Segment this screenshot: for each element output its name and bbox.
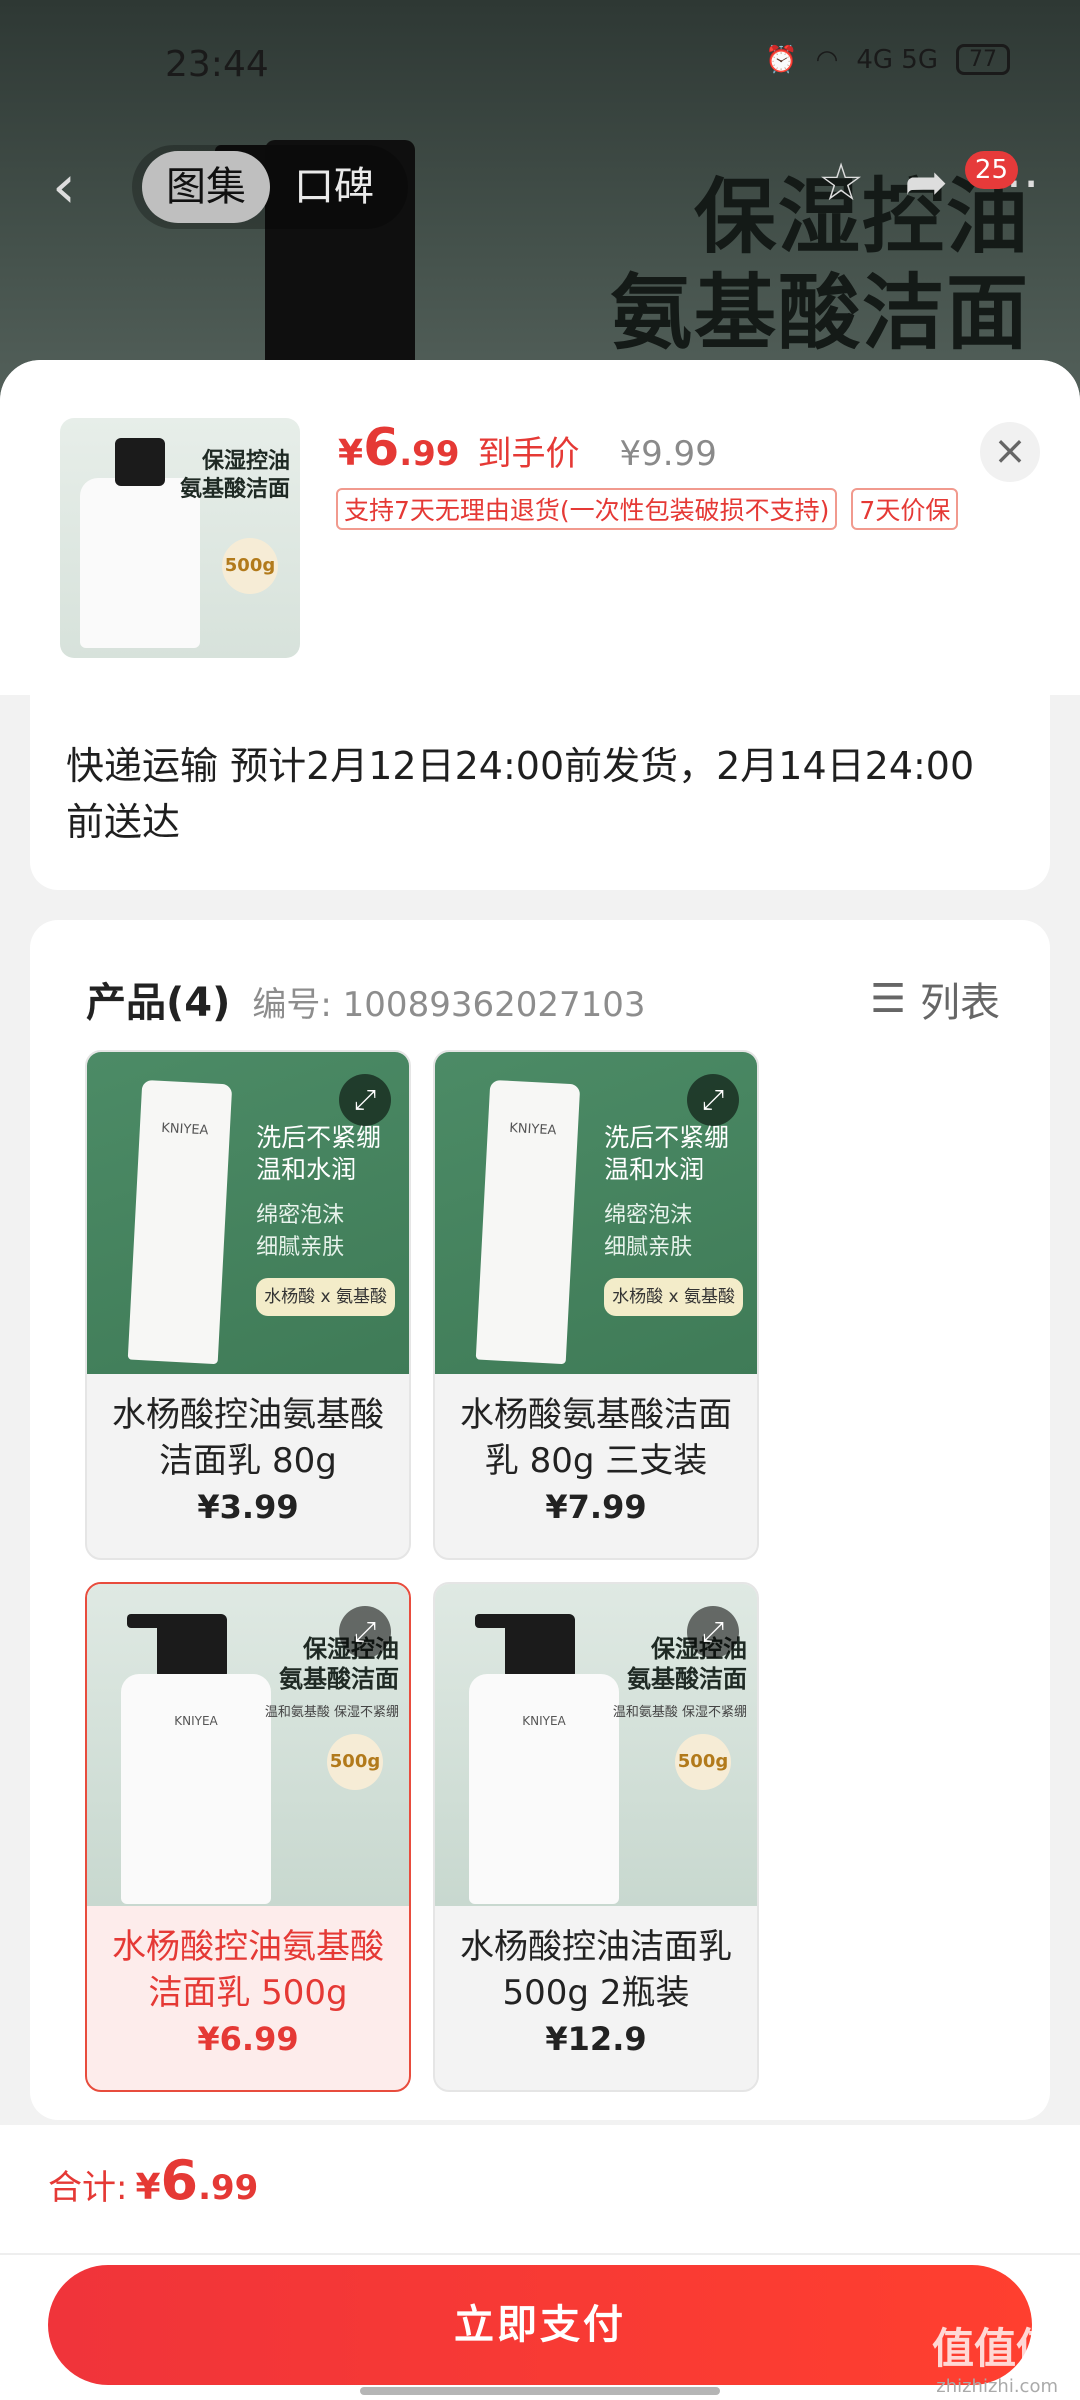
product-image: KNIYEA 洗后不紧绷 温和水润 绵密泡沫 细腻亲肤 水杨酸 x 氨基酸 ⤢ — [87, 1052, 409, 1374]
expand-icon[interactable]: ⤢ — [687, 1606, 739, 1658]
list-view-toggle[interactable]: ☰ 列表 — [870, 970, 1000, 1028]
status-time: 23:44 — [165, 44, 269, 85]
total-label: 合计: — [48, 2168, 128, 2208]
product-option-price: ¥3.99 — [197, 1488, 299, 1526]
product-image: KNIYEA 保湿控油 氨基酸洁面 温和氨基酸 保湿不紧绷 500g ⤢ — [87, 1584, 409, 1906]
product-code: 编号: 10089362027103 — [252, 985, 646, 1025]
wifi-icon: ◠ — [815, 44, 839, 75]
price-integer: 6 — [363, 418, 400, 478]
list-toggle-label: 列表 — [920, 980, 1000, 1026]
purchase-sheet: 保湿控油 氨基酸洁面 500g ¥ 6 .99 到手价 ¥9.99 支持7天无理… — [0, 360, 1080, 2400]
price-decimal: .99 — [399, 434, 460, 474]
nav-actions: ☆ ➦ ⋯ 25 — [818, 151, 1040, 213]
product-option-name: 水杨酸氨基酸洁面乳 80g 三支装 — [460, 1395, 732, 1481]
bottle-image: KNIYEA — [469, 1674, 619, 1904]
image-copy: 洗后不紧绷 温和水润 绵密泡沫 细腻亲肤 水杨酸 x 氨基酸 — [604, 1122, 743, 1316]
total-price: 合计: ¥ 6 .99 — [48, 2149, 258, 2212]
original-price: ¥9.99 — [619, 434, 717, 474]
product-option-2[interactable]: KNIYEA 洗后不紧绷 温和水润 绵密泡沫 细腻亲肤 水杨酸 x 氨基酸 ⤢ … — [433, 1050, 759, 1560]
tab-gallery[interactable]: 图集 — [142, 151, 270, 223]
product-title: 产品(4) — [86, 980, 231, 1026]
close-button[interactable]: × — [980, 422, 1040, 482]
total-integer: 6 — [160, 2149, 199, 2212]
product-header: 产品(4) 编号: 10089362027103 — [86, 970, 646, 1028]
service-tags: 支持7天无理由退货(一次性包装破损不支持) 7天价保 — [336, 488, 959, 530]
product-option-4[interactable]: KNIYEA 保湿控油 氨基酸洁面 温和氨基酸 保湿不紧绷 500g ⤢ 水杨酸… — [433, 1582, 759, 2092]
home-indicator[interactable] — [360, 2387, 720, 2395]
battery-icon: 77 — [956, 44, 1010, 75]
gallery-tabs: 图集 口碑 — [132, 145, 408, 229]
product-image: KNIYEA 洗后不紧绷 温和水润 绵密泡沫 细腻亲肤 水杨酸 x 氨基酸 ⤢ — [435, 1052, 757, 1374]
list-icon: ☰ — [870, 976, 906, 1022]
bottle-cap — [157, 1614, 227, 1679]
price-row: ¥ 6 .99 到手价 ¥9.99 — [338, 418, 717, 478]
return-policy-tag: 支持7天无理由退货(一次性包装破损不支持) — [336, 488, 838, 530]
summary-thumbnail: 保湿控油 氨基酸洁面 500g — [60, 418, 300, 658]
watermark: 值值值 zhizhizhi.com — [931, 2324, 1058, 2397]
tab-reviews[interactable]: 口碑 — [270, 151, 398, 223]
shipping-text: 快递运输 预计2月12日24:00前发货，2月14日24:00前送达 — [66, 744, 975, 844]
signal-icon: 4G 5G — [856, 44, 938, 75]
price-label: 到手价 — [477, 434, 580, 474]
alarm-icon: ⏰ — [765, 44, 798, 75]
expand-icon[interactable]: ⤢ — [687, 1074, 739, 1126]
image-copy: 洗后不紧绷 温和水润 绵密泡沫 细腻亲肤 水杨酸 x 氨基酸 — [256, 1122, 395, 1316]
capacity-badge: 500g — [675, 1734, 731, 1790]
price-protect-tag: 7天价保 — [851, 488, 959, 530]
thumb-copy: 保湿控油 氨基酸洁面 — [179, 449, 290, 502]
expand-icon[interactable]: ⤢ — [339, 1606, 391, 1658]
product-option-1[interactable]: KNIYEA 洗后不紧绷 温和水润 绵密泡沫 细腻亲肤 水杨酸 x 氨基酸 ⤢ … — [85, 1050, 411, 1560]
share-icon[interactable]: ➦ — [904, 153, 948, 213]
product-option-price: ¥12.9 — [545, 2020, 647, 2058]
product-card: 产品(4) 编号: 10089362027103 ☰ 列表 KNIYEA 洗后不… — [30, 920, 1050, 2120]
product-option-name: 水杨酸控油氨基酸洁面乳 500g — [112, 1927, 384, 2013]
total-decimal: .99 — [198, 2168, 259, 2208]
status-icons: ⏰ ◠ 4G 5G 77 — [765, 44, 1010, 75]
bottle-cap — [505, 1614, 575, 1679]
product-option-price: ¥6.99 — [197, 2020, 299, 2058]
total-currency: ¥ — [135, 2167, 161, 2208]
price-currency: ¥ — [338, 433, 364, 474]
back-button[interactable]: ‹ — [52, 157, 76, 217]
notification-badge: 25 — [964, 151, 1018, 189]
tube-image: KNIYEA — [475, 1079, 581, 1365]
checkout-footer: 合计: ¥ 6 .99 立即支付 值值值 zhizhizhi.com — [0, 2125, 1080, 2400]
product-option-name: 水杨酸控油氨基酸洁面乳 80g — [112, 1395, 384, 1481]
pay-now-button[interactable]: 立即支付 — [48, 2265, 1032, 2385]
product-option-price: ¥7.99 — [545, 1488, 647, 1526]
thumb-bottle-cap — [115, 438, 165, 486]
product-option-name: 水杨酸控油洁面乳 500g 2瓶装 — [460, 1927, 732, 2013]
product-option-3[interactable]: KNIYEA 保湿控油 氨基酸洁面 温和氨基酸 保湿不紧绷 500g ⤢ 水杨酸… — [85, 1582, 411, 2092]
divider — [0, 2253, 1080, 2255]
expand-icon[interactable]: ⤢ — [339, 1074, 391, 1126]
product-image: KNIYEA 保湿控油 氨基酸洁面 温和氨基酸 保湿不紧绷 500g ⤢ — [435, 1584, 757, 1906]
product-grid: KNIYEA 洗后不紧绷 温和水润 绵密泡沫 细腻亲肤 水杨酸 x 氨基酸 ⤢ … — [85, 1050, 785, 2092]
top-nav: ‹ 图集 口碑 ☆ ➦ ⋯ 25 — [0, 145, 1080, 235]
capacity-badge: 500g — [327, 1734, 383, 1790]
bg-banner-line2: 氨基酸洁面 — [609, 266, 1030, 361]
bottle-image: KNIYEA — [121, 1674, 271, 1904]
star-icon[interactable]: ☆ — [818, 153, 865, 213]
thumb-capacity-badge: 500g — [222, 538, 278, 594]
status-bar: 23:44 ⏰ ◠ 4G 5G 77 — [0, 0, 1080, 130]
tube-image: KNIYEA — [127, 1079, 233, 1365]
selection-summary: 保湿控油 氨基酸洁面 500g ¥ 6 .99 到手价 ¥9.99 支持7天无理… — [0, 360, 1080, 695]
